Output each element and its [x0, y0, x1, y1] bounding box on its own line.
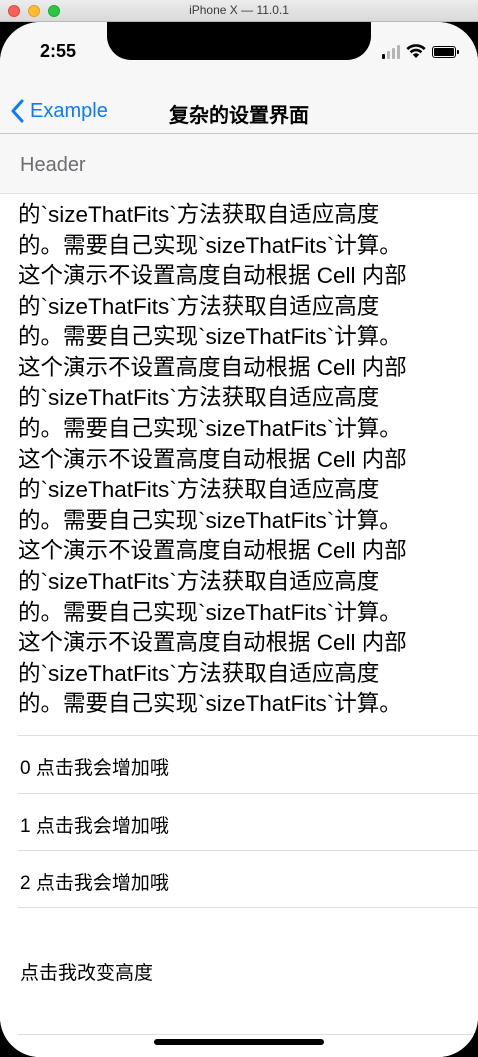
list-item[interactable]: 2 点击我会增加哦	[0, 851, 478, 907]
change-height-cell[interactable]: 点击我改变高度	[0, 908, 478, 1034]
battery-icon	[432, 46, 459, 58]
long-text-line: 的`sizeThatFits`方法获取自适应高度	[18, 660, 380, 686]
long-text-line: 的。需要自己实现`sizeThatFits`计算。	[18, 507, 402, 533]
back-chevron-icon	[11, 99, 24, 123]
section-header-label: Header	[20, 154, 86, 176]
status-bar: 2:55	[0, 22, 478, 88]
navigation-bar: Example 复杂的设置界面	[0, 88, 478, 134]
list-item[interactable]: 1 点击我会增加哦	[0, 794, 478, 850]
long-text-line: 的`sizeThatFits`方法获取自适应高度	[18, 385, 380, 411]
list-item-label: 0 点击我会增加哦	[20, 758, 169, 779]
change-height-label: 点击我改变高度	[20, 963, 154, 984]
list-item-label: 2 点击我会增加哦	[20, 873, 169, 894]
page-title: 复杂的设置界面	[169, 105, 309, 127]
back-button[interactable]: Example	[10, 94, 108, 128]
section-header: Header	[0, 134, 478, 194]
long-text-line: 这个演示不设置高度自动根据 Cell 内部	[18, 630, 407, 656]
list-item-label: 1 点击我会增加哦	[20, 816, 169, 837]
long-text-line: 这个演示不设置高度自动根据 Cell 内部	[18, 446, 407, 472]
status-indicators	[382, 43, 459, 59]
notch	[107, 22, 371, 60]
long-text-line: 的。需要自己实现`sizeThatFits`计算。	[18, 416, 402, 442]
status-time: 2:55	[40, 41, 77, 61]
long-text-line: 的。需要自己实现`sizeThatFits`计算。	[18, 599, 402, 625]
long-text-body: 的`sizeThatFits`方法获取自适应高度 的。需要自己实现`sizeTha…	[18, 200, 468, 716]
table-view[interactable]: 的`sizeThatFits`方法获取自适应高度 的。需要自己实现`sizeTha…	[0, 134, 478, 1057]
battery-fill	[434, 48, 454, 56]
list-item[interactable]: 0 点击我会增加哦	[0, 736, 478, 792]
long-text-line: 这个演示不设置高度自动根据 Cell 内部	[18, 538, 407, 564]
long-text-line: 的`sizeThatFits`方法获取自适应高度	[18, 569, 380, 595]
simulator-titlebar: iPhone X — 11.0.1	[0, 0, 478, 22]
cellular-signal-icon	[382, 45, 400, 59]
wifi-icon	[406, 44, 426, 58]
home-indicator[interactable]	[154, 1039, 324, 1045]
back-label: Example	[30, 99, 108, 122]
long-text-line: 的`sizeThatFits`方法获取自适应高度	[18, 293, 380, 319]
phone-screen: 2:55 Example 复杂的设置界面 的`sizeThatFits`方法获取…	[0, 22, 478, 1057]
long-text-line: 的`sizeThatFits`方法获取自适应高度	[18, 201, 380, 227]
simulator-title: iPhone X — 11.0.1	[189, 3, 289, 17]
long-text-line: 的`sizeThatFits`方法获取自适应高度	[18, 477, 380, 503]
long-text-line: 的。需要自己实现`sizeThatFits`计算。	[18, 232, 402, 258]
simulator-window: iPhone X — 11.0.1 2:55 Example 复杂的设置界面 的…	[0, 0, 478, 1057]
long-text-cell[interactable]: 的`sizeThatFits`方法获取自适应高度 的。需要自己实现`sizeTha…	[18, 184, 468, 716]
long-text-line: 这个演示不设置高度自动根据 Cell 内部	[18, 263, 407, 289]
long-text-line: 这个演示不设置高度自动根据 Cell 内部	[18, 354, 407, 380]
cell-separator	[18, 1034, 478, 1035]
long-text-line: 的。需要自己实现`sizeThatFits`计算。	[18, 691, 402, 716]
long-text-line: 的。需要自己实现`sizeThatFits`计算。	[18, 324, 402, 350]
